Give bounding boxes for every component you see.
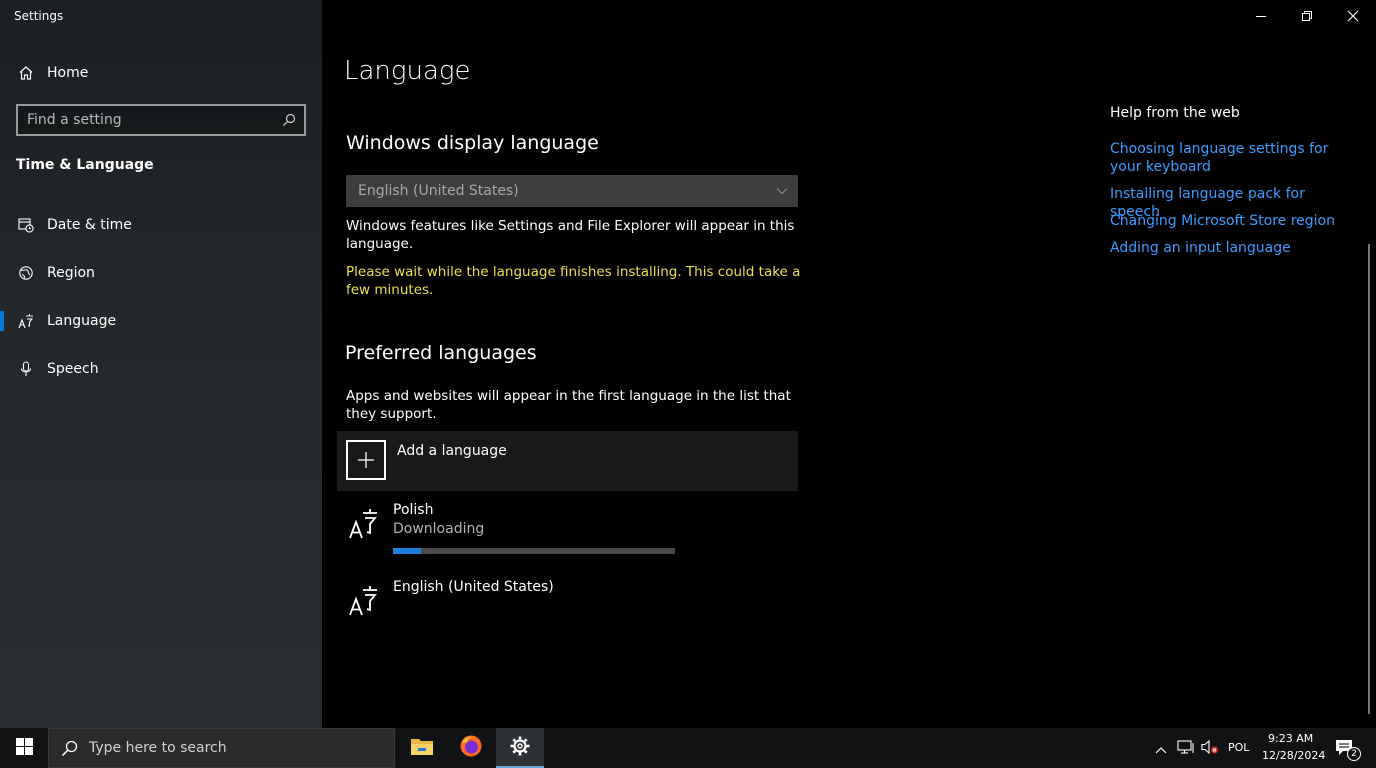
language-status: Downloading <box>393 521 485 537</box>
notification-icon: 2 <box>1335 739 1361 761</box>
sidebar-item-label: Home <box>47 65 89 81</box>
sidebar-section-title: Time & Language <box>16 157 154 173</box>
sidebar: Settings Home Time & Language Date & tim… <box>0 0 322 728</box>
action-center-button[interactable]: 2 <box>1330 728 1361 768</box>
sidebar-item-label: Speech <box>47 361 99 377</box>
start-button[interactable] <box>0 728 48 768</box>
display-language-dropdown[interactable]: English (United States) <box>346 175 798 207</box>
install-warning-text: Please wait while the language finishes … <box>346 264 801 298</box>
file-explorer-icon <box>410 736 434 760</box>
windows-logo-icon <box>15 737 33 759</box>
find-setting-input[interactable] <box>18 112 258 128</box>
sidebar-item-date-time[interactable]: Date & time <box>0 205 322 245</box>
help-link-store-region[interactable]: Changing Microsoft Store region <box>1110 212 1350 230</box>
close-icon <box>1347 7 1359 26</box>
find-setting-search[interactable] <box>16 104 306 136</box>
close-button[interactable] <box>1330 0 1376 32</box>
microphone-icon <box>17 360 35 378</box>
page-title: Language <box>344 56 471 86</box>
sidebar-item-label: Language <box>47 313 117 329</box>
main-content: Language Windows display language Englis… <box>322 0 1376 728</box>
language-icon <box>17 312 35 330</box>
add-language-button[interactable]: Add a language <box>337 431 798 491</box>
window-title: Settings <box>14 9 64 23</box>
language-icon <box>349 583 381 617</box>
input-language-indicator[interactable]: POL <box>1228 741 1249 754</box>
help-title: Help from the web <box>1110 105 1240 121</box>
home-icon <box>17 64 35 82</box>
minimize-button[interactable] <box>1238 0 1284 32</box>
add-language-label: Add a language <box>397 443 507 459</box>
calendar-clock-icon <box>17 216 35 234</box>
clock-date[interactable]: 12/28/2024 <box>1262 749 1325 762</box>
display-language-description: Windows features like Settings and File … <box>346 218 795 252</box>
display-language-heading: Windows display language <box>346 132 599 154</box>
language-icon <box>349 506 381 540</box>
download-progress-fill <box>393 548 422 554</box>
help-link-input-language[interactable]: Adding an input language <box>1110 239 1350 257</box>
taskbar-firefox[interactable] <box>447 728 495 768</box>
taskbar-file-explorer[interactable] <box>398 728 446 768</box>
sidebar-item-home[interactable]: Home <box>0 53 322 93</box>
preferred-languages-description: Apps and websites will appear in the fir… <box>346 388 791 422</box>
minimize-icon <box>1255 7 1267 26</box>
volume-tray-button[interactable] <box>1199 728 1221 768</box>
language-name: English (United States) <box>393 579 554 595</box>
search-icon <box>61 740 78 757</box>
scrollbar[interactable] <box>1368 244 1370 714</box>
dropdown-value: English (United States) <box>358 183 519 199</box>
search-icon[interactable] <box>282 113 296 127</box>
settings-gear-icon <box>510 736 530 760</box>
firefox-icon <box>459 734 483 762</box>
help-link-keyboard-settings[interactable]: Choosing language settings for your keyb… <box>1110 140 1350 176</box>
chevron-down-icon <box>776 187 788 195</box>
preferred-languages-heading: Preferred languages <box>345 342 537 364</box>
restore-icon <box>1301 7 1313 26</box>
clock-time[interactable]: 9:23 AM <box>1268 732 1313 745</box>
chevron-up-icon <box>1155 739 1167 758</box>
taskbar-search-placeholder: Type here to search <box>89 740 227 756</box>
restore-button[interactable] <box>1284 0 1330 32</box>
plus-icon <box>346 440 386 480</box>
taskbar-settings[interactable] <box>496 728 544 768</box>
sidebar-item-label: Date & time <box>47 217 132 233</box>
network-tray-button[interactable] <box>1175 728 1197 768</box>
show-hidden-icons-button[interactable] <box>1152 728 1170 768</box>
language-item-polish[interactable]: Polish Downloading <box>349 502 679 562</box>
language-item-english-us[interactable]: English (United States) <box>349 579 679 639</box>
taskbar: Type here to search POL 9:23 AM 12/28/20… <box>0 728 1376 768</box>
notification-count-badge: 2 <box>1347 747 1361 761</box>
taskbar-search-box[interactable]: Type here to search <box>48 728 395 768</box>
sidebar-item-language[interactable]: Language <box>0 301 322 341</box>
download-progress-bar <box>393 548 675 554</box>
sidebar-item-speech[interactable]: Speech <box>0 349 322 389</box>
volume-muted-icon <box>1201 739 1219 758</box>
globe-icon <box>17 264 35 282</box>
language-name: Polish <box>393 502 434 518</box>
network-icon <box>1177 739 1195 758</box>
sidebar-item-label: Region <box>47 265 95 281</box>
sidebar-item-region[interactable]: Region <box>0 253 322 293</box>
